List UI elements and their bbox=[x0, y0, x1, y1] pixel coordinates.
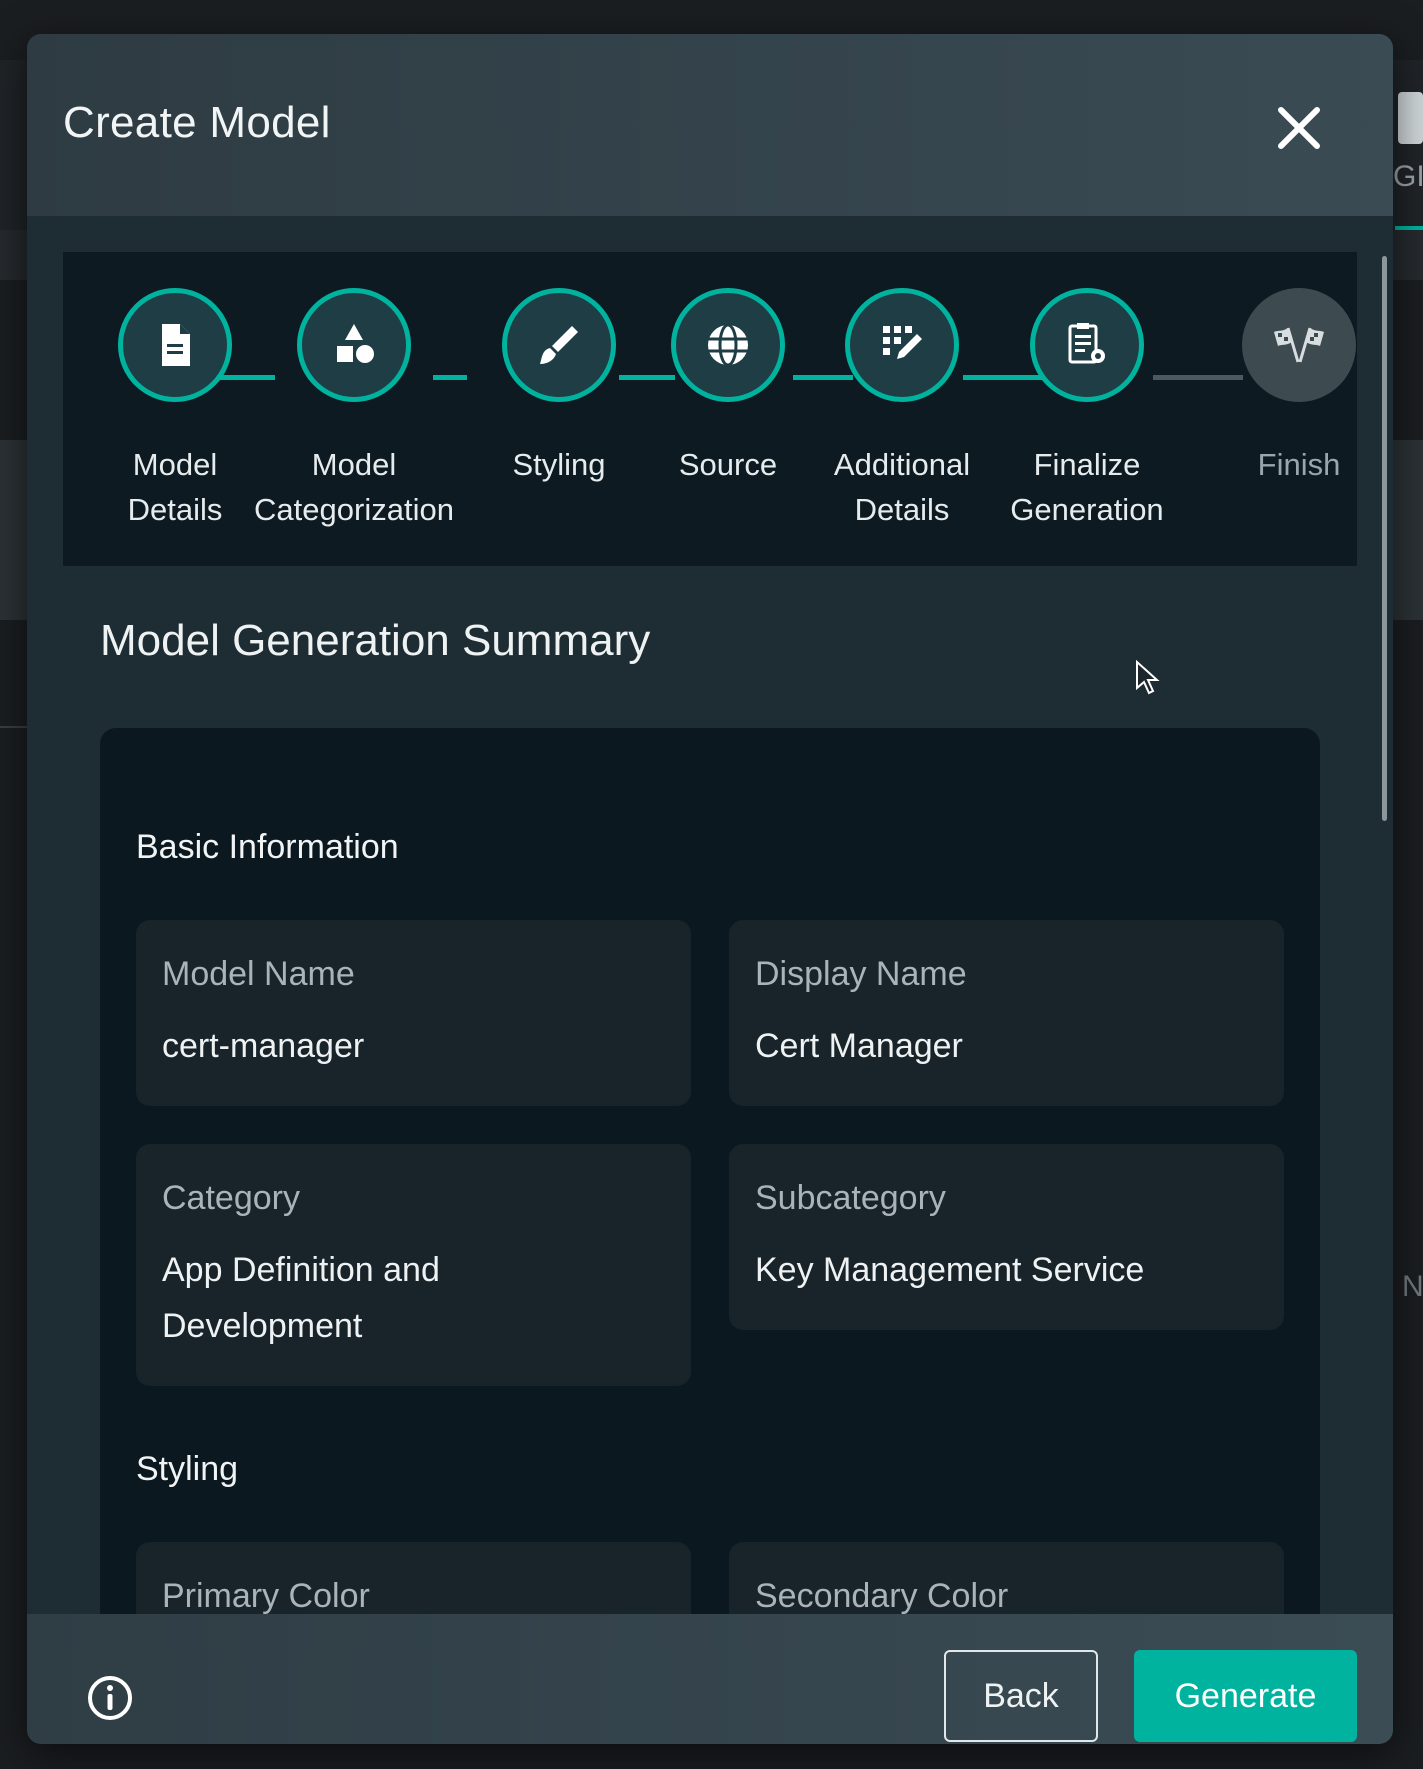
step-circle bbox=[118, 288, 232, 402]
back-button[interactable]: Back bbox=[944, 1650, 1098, 1742]
step-label: Finalize Generation bbox=[1010, 447, 1164, 527]
card-category: Category App Definition and Development bbox=[136, 1144, 691, 1386]
section-title-basic-information: Basic Information bbox=[136, 828, 399, 866]
stepper: Model Details Model Categorization Styli… bbox=[63, 252, 1357, 566]
section-title-styling: Styling bbox=[136, 1450, 239, 1488]
step-model-details[interactable]: Model Details bbox=[75, 288, 275, 532]
modal-body: Model Details Model Categorization Styli… bbox=[27, 216, 1393, 1614]
close-icon bbox=[1278, 107, 1320, 149]
modal-title: Create Model bbox=[63, 98, 331, 147]
background-text: N bbox=[1402, 1270, 1423, 1303]
background-bar bbox=[0, 0, 1423, 34]
generate-button[interactable]: Generate bbox=[1134, 1650, 1357, 1742]
card-subcategory: Subcategory Key Management Service bbox=[729, 1144, 1284, 1330]
step-circle bbox=[502, 288, 616, 402]
modal-header: Create Model bbox=[27, 34, 1393, 216]
card-label: Secondary Color bbox=[755, 1577, 1009, 1614]
card-label: Primary Color bbox=[162, 1577, 370, 1614]
card-label: Subcategory bbox=[755, 1179, 946, 1217]
card-value: Cert Manager bbox=[755, 1027, 963, 1065]
step-label: Model Details bbox=[127, 447, 223, 527]
card-label: Display Name bbox=[755, 955, 967, 993]
shapes-icon bbox=[337, 324, 374, 363]
clipboard-gear-icon bbox=[1068, 323, 1105, 364]
document-icon bbox=[1398, 92, 1423, 144]
step-finish[interactable]: Finish bbox=[1199, 288, 1393, 487]
card-secondary-color: Secondary Color bbox=[729, 1542, 1284, 1614]
card-label: Model Name bbox=[162, 955, 355, 993]
step-label: Source bbox=[678, 447, 778, 482]
card-value: App Definition and Development bbox=[162, 1251, 440, 1345]
create-model-modal: Create Model Model Details Model Categor… bbox=[27, 34, 1393, 1744]
step-additional-details[interactable]: Additional Details bbox=[802, 288, 1002, 532]
modal-footer: Back Generate bbox=[27, 1614, 1393, 1744]
step-circle bbox=[297, 288, 411, 402]
card-primary-color: Primary Color bbox=[136, 1542, 691, 1614]
background-tab-label: GIS bbox=[1393, 160, 1423, 193]
brush-icon bbox=[540, 326, 578, 364]
card-display-name: Display Name Cert Manager bbox=[729, 920, 1284, 1106]
summary-title: Model Generation Summary bbox=[100, 616, 651, 665]
step-label: Finish bbox=[1257, 447, 1341, 482]
step-model-categorization[interactable]: Model Categorization bbox=[254, 288, 454, 532]
step-circle bbox=[845, 288, 959, 402]
card-value: cert-manager bbox=[162, 1027, 365, 1065]
summary-panel: Basic Information Model Name cert-manage… bbox=[100, 728, 1320, 1614]
checkered-flags-icon bbox=[1274, 327, 1324, 363]
card-value: Key Management Service bbox=[755, 1251, 1145, 1289]
globe-icon bbox=[708, 323, 748, 367]
background-divider bbox=[0, 726, 30, 728]
step-source[interactable]: Source bbox=[628, 288, 828, 487]
step-label: Model Categorization bbox=[254, 447, 454, 527]
step-label: Additional Details bbox=[833, 447, 971, 527]
document-icon bbox=[162, 324, 190, 366]
info-icon[interactable] bbox=[86, 1674, 134, 1722]
card-model-name: Model Name cert-manager bbox=[136, 920, 691, 1106]
card-label: Category bbox=[162, 1179, 300, 1217]
mouse-cursor-icon bbox=[1136, 660, 1160, 695]
step-circle bbox=[1242, 288, 1356, 402]
step-finalize-generation[interactable]: Finalize Generation bbox=[987, 288, 1187, 532]
step-circle bbox=[1030, 288, 1144, 402]
step-circle bbox=[671, 288, 785, 402]
close-button[interactable] bbox=[1271, 100, 1327, 156]
grid-edit-icon bbox=[883, 326, 922, 359]
